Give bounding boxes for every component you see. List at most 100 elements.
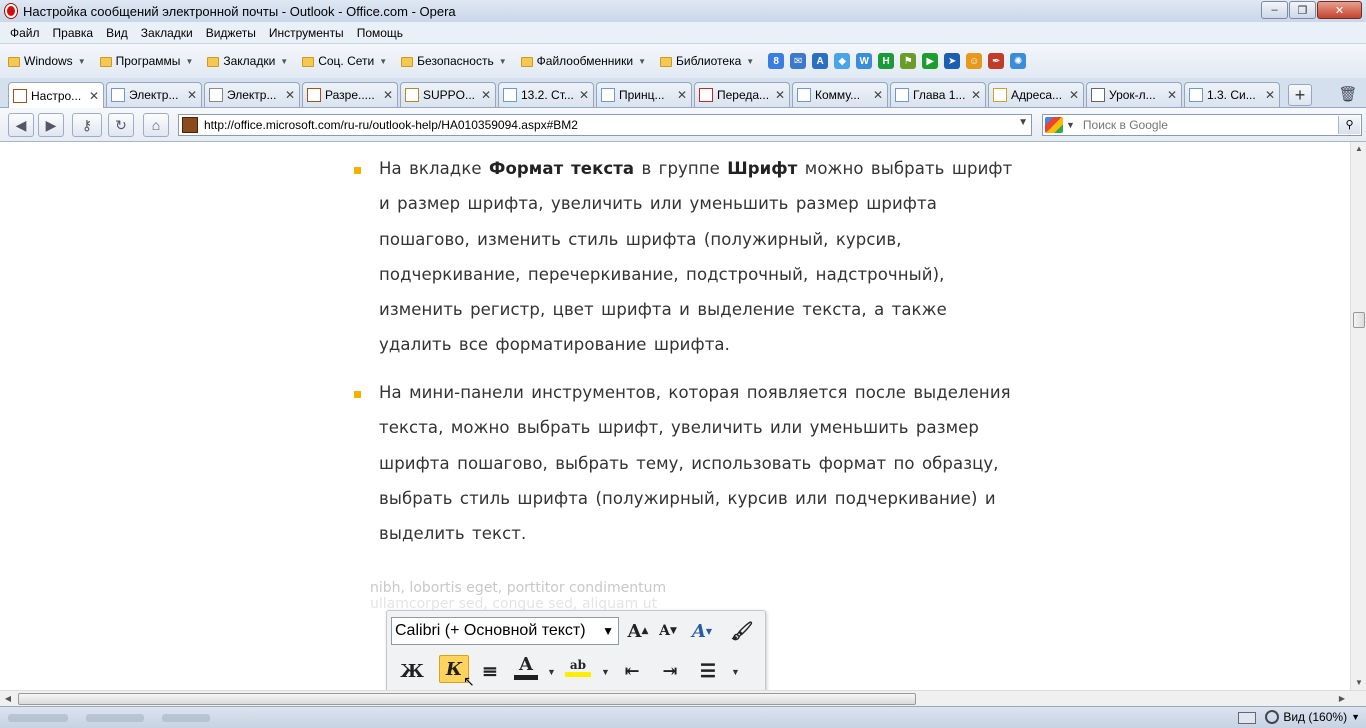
new-tab-button[interactable]: +	[1288, 84, 1312, 106]
menu-help[interactable]: Помощь	[357, 26, 403, 40]
site-favicon-icon	[182, 117, 198, 133]
scroll-up-icon[interactable]: ▲	[1351, 142, 1366, 156]
trash-icon[interactable]: 🗑	[1338, 84, 1358, 106]
tab-close-icon[interactable]: ✕	[283, 88, 297, 102]
menu-view[interactable]: Вид	[106, 26, 128, 40]
maximize-button[interactable]: ❐	[1289, 1, 1316, 19]
bookmark-icons: 8 ✉ A ◆ W H ⚑ ▶ ➤ ☺ ✒ ✺	[762, 53, 1027, 69]
chevron-down-icon[interactable]: ▼	[1066, 120, 1075, 130]
arrow-icon[interactable]: ➤	[944, 53, 961, 69]
faded-line: nibh, lobortis eget, porttitor condiment…	[370, 580, 667, 596]
smile-icon[interactable]: ☺	[966, 53, 983, 69]
h-icon[interactable]: H	[878, 53, 895, 69]
menu-widgets[interactable]: Виджеты	[206, 26, 256, 40]
browser-tab[interactable]: Глава 1... ✕	[890, 82, 986, 107]
bookmark-folder-filesharing[interactable]: Файлообменники ▼	[520, 54, 646, 68]
translate-icon[interactable]: A	[812, 53, 829, 69]
zoom-control[interactable]: Вид (160%) ▼	[1265, 710, 1360, 724]
panel-toggle-icon[interactable]	[1238, 712, 1256, 724]
search-field[interactable]: ▼ ⚲	[1042, 114, 1362, 136]
folder-label: Библиотека	[676, 54, 742, 68]
tab-close-icon[interactable]: ✕	[1263, 88, 1277, 102]
page-content: На вкладке Формат текста в группе Шрифт …	[0, 142, 1350, 690]
w-icon[interactable]: W	[856, 53, 873, 69]
browser-tab[interactable]: Комму... ✕	[792, 82, 888, 107]
scroll-thumb[interactable]	[1353, 312, 1365, 328]
tab-close-icon[interactable]: ✕	[577, 88, 591, 102]
back-button[interactable]: ◀	[8, 113, 34, 137]
chevron-down-icon[interactable]: ▼	[1018, 117, 1028, 128]
pen-icon[interactable]: ✒	[988, 53, 1005, 69]
tab-close-icon[interactable]: ✕	[773, 88, 787, 102]
opera-logo-icon[interactable]	[5, 4, 17, 18]
tab-close-icon[interactable]: ✕	[87, 89, 101, 103]
drop-icon[interactable]: ◆	[834, 53, 851, 69]
menu-edit[interactable]: Правка	[53, 26, 94, 40]
address-field[interactable]: ▼	[178, 114, 1032, 136]
chevron-down-icon: ▼	[547, 667, 556, 677]
horizontal-scrollbar[interactable]: ◀ ▶	[0, 690, 1366, 706]
chevron-down-icon: ▼	[498, 56, 507, 66]
tab-close-icon[interactable]: ✕	[185, 88, 199, 102]
browser-tab[interactable]: Урок-л... ✕	[1086, 82, 1182, 107]
bookmark-folder-security[interactable]: Безопасность ▼	[401, 54, 507, 68]
bookmark-folder-programs[interactable]: Программы ▼	[99, 54, 193, 68]
vertical-scrollbar[interactable]: ▲ ▼	[1350, 142, 1366, 690]
browser-tab[interactable]: Адреса... ✕	[988, 82, 1084, 107]
scroll-right-icon[interactable]: ▶	[1334, 691, 1350, 707]
mail-icon[interactable]: ✉	[790, 53, 807, 69]
color-bar	[565, 671, 591, 677]
browser-tab[interactable]: Электр... ✕	[106, 82, 202, 107]
tab-favicon-icon	[797, 88, 811, 102]
tab-label: Адреса...	[1011, 88, 1063, 102]
menu-bookmarks[interactable]: Закладки	[141, 26, 193, 40]
url-input[interactable]	[204, 118, 1004, 132]
tab-close-icon[interactable]: ✕	[479, 88, 493, 102]
tab-close-icon[interactable]: ✕	[381, 88, 395, 102]
browser-tab[interactable]: Переда... ✕	[694, 82, 790, 107]
google-icon[interactable]: 8	[768, 53, 785, 69]
tab-close-icon[interactable]: ✕	[1165, 88, 1179, 102]
tab-favicon-icon	[307, 88, 321, 102]
scroll-left-icon[interactable]: ◀	[0, 691, 16, 707]
google-search-engine-icon[interactable]	[1045, 117, 1063, 133]
home-button[interactable]: ⌂	[143, 113, 169, 137]
tab-label: Урок-л...	[1109, 88, 1156, 102]
folder-label: Безопасность	[417, 54, 494, 68]
browser-tab[interactable]: SUPPO... ✕	[400, 82, 496, 107]
browser-tab[interactable]: 1.3. Си... ✕	[1184, 82, 1280, 107]
close-button[interactable]: ✕	[1317, 1, 1362, 19]
bookmarks-bar: Windows ▼ Программы ▼ Закладки ▼ Соц. Сети ▼…	[0, 44, 1366, 78]
reload-button[interactable]: ↻	[108, 113, 134, 137]
minimize-button[interactable]: ‒	[1261, 1, 1288, 19]
gear-icon[interactable]: ✺	[1010, 53, 1027, 69]
tab-close-icon[interactable]: ✕	[1067, 88, 1081, 102]
search-input[interactable]	[1082, 118, 1333, 132]
scroll-thumb[interactable]	[18, 693, 916, 705]
bookmark-folder-bookmarks[interactable]: Закладки ▼	[207, 54, 288, 68]
browser-tab[interactable]: Электр... ✕	[204, 82, 300, 107]
bookmark-folder-social[interactable]: Соц. Сети ▼	[302, 54, 387, 68]
tab-close-icon[interactable]: ✕	[969, 88, 983, 102]
chevron-down-icon: ▼	[1351, 712, 1360, 722]
bullet-text: На вкладке Формат текста в группе Шрифт …	[379, 151, 1019, 363]
menu-tools[interactable]: Инструменты	[269, 26, 344, 40]
folder-label: Программы	[115, 54, 181, 68]
menu-file[interactable]: Файл	[10, 26, 40, 40]
tab-favicon-icon	[405, 88, 419, 102]
wand-key-button[interactable]: ⚷	[72, 113, 102, 137]
browser-tab[interactable]: 13.2. Ст... ✕	[498, 82, 594, 107]
browser-tab[interactable]: Принц... ✕	[596, 82, 692, 107]
bookmark-folder-library[interactable]: Библиотека ▼	[660, 54, 754, 68]
flag-icon[interactable]: ⚑	[900, 53, 917, 69]
forward-button[interactable]: ▶	[38, 113, 64, 137]
tab-close-icon[interactable]: ✕	[871, 88, 885, 102]
scroll-down-icon[interactable]: ▼	[1351, 676, 1366, 690]
browser-tab[interactable]: Настро... ✕	[8, 82, 104, 108]
tab-close-icon[interactable]: ✕	[675, 88, 689, 102]
browser-tab[interactable]: Разре..... ✕	[302, 82, 398, 107]
bookmark-folder-windows[interactable]: Windows ▼	[8, 54, 86, 68]
search-icon[interactable]: ⚲	[1338, 116, 1360, 134]
folder-label: Файлообменники	[536, 54, 634, 68]
play-icon[interactable]: ▶	[922, 53, 939, 69]
